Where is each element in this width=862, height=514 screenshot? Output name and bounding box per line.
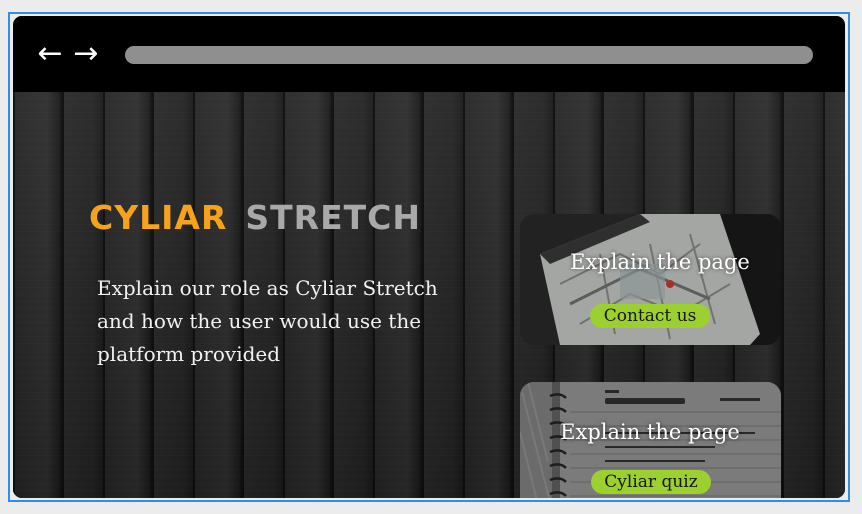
contact-us-button[interactable]: Contact us <box>590 304 710 328</box>
address-bar[interactable] <box>125 46 813 64</box>
card-contact[interactable]: Explain the page Contact us <box>520 214 781 345</box>
cyliar-quiz-button[interactable]: Cyliar quiz <box>591 470 711 494</box>
card-title: Explain the page <box>560 420 740 444</box>
brand-word-cyliar: CYLIAR <box>89 198 228 237</box>
intro-text: Explain our role as Cyliar Stretch and h… <box>97 276 438 366</box>
screenshot-frame: ← → CYLIAR STRETCH Explain our role as Cy… <box>8 12 850 502</box>
browser-toolbar: ← → <box>13 16 845 92</box>
brand-word-stretch: STRETCH <box>245 198 421 237</box>
card-quiz[interactable]: Explain the page Cyliar quiz <box>520 382 781 498</box>
page-content: CYLIAR STRETCH Explain our role as Cyliar… <box>13 92 845 498</box>
browser-window: ← → CYLIAR STRETCH Explain our role as Cy… <box>13 16 845 498</box>
back-arrow-icon[interactable]: ← <box>34 38 66 70</box>
card-title: Explain the page <box>570 250 750 274</box>
forward-arrow-icon[interactable]: → <box>70 38 102 70</box>
brand-title: CYLIAR STRETCH <box>89 198 469 242</box>
